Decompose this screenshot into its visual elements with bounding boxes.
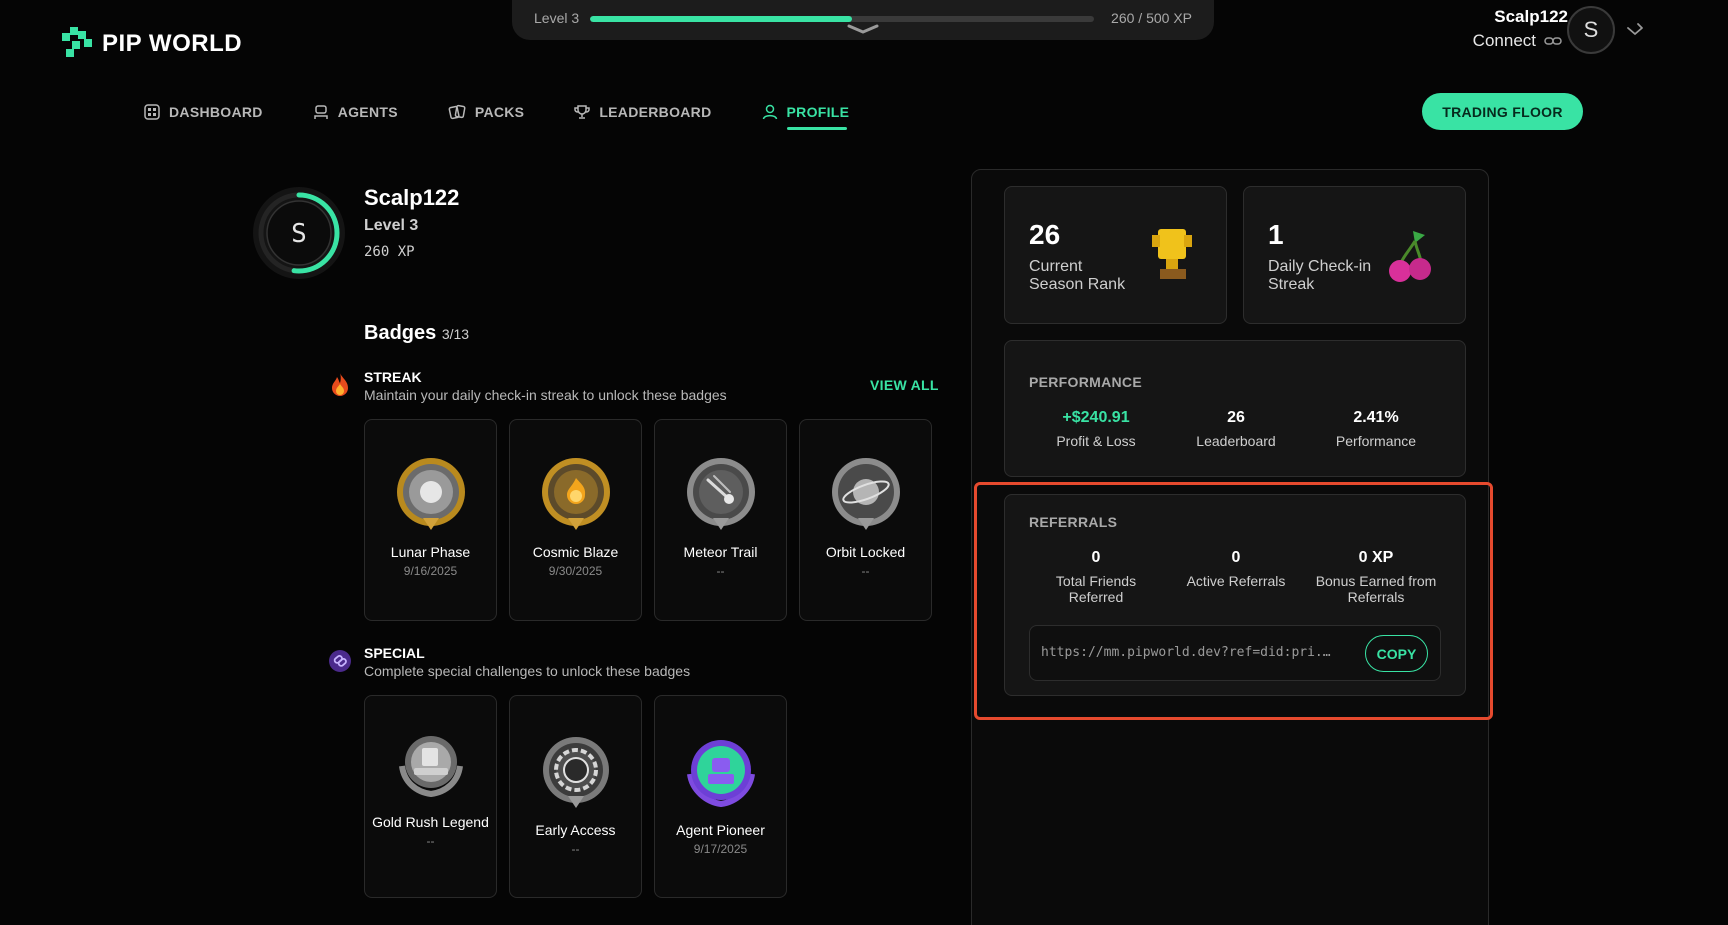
nav-profile[interactable]: PROFILE [762, 100, 850, 130]
avatar-letter: S [1583, 17, 1599, 42]
badge-date: 9/16/2025 [403, 564, 458, 578]
view-all-link[interactable]: VIEW ALL [870, 377, 939, 393]
badges-title-text: Badges [364, 322, 437, 344]
referrals-highlight-outline [974, 482, 1493, 720]
early-access-medal-icon [542, 737, 609, 808]
cosmic-blaze-medal-icon [541, 458, 610, 530]
badges-title: Badges 3/13 [364, 322, 469, 345]
badge-card-orbit-locked[interactable]: Orbit Locked -- [799, 419, 932, 621]
profile-name: Scalp122 [364, 185, 460, 210]
streak-section-title: STREAK [364, 369, 422, 385]
checkin-streak-card: 1 Daily Check-in Streak [1243, 186, 1466, 324]
streak-section-desc: Maintain your daily check-in streak to u… [364, 387, 727, 403]
profile-xp: 260 XP [364, 244, 415, 260]
badge-name: Orbit Locked [825, 544, 906, 560]
leaderboard-label: Leaderboard [1196, 433, 1276, 449]
link-icon [1544, 37, 1562, 45]
badge-date: 9/30/2025 [548, 564, 603, 578]
brand-name: PIP WORLD [102, 30, 243, 57]
xp-track [590, 16, 1094, 22]
trading-floor-button[interactable]: TRADING FLOOR [1422, 93, 1583, 130]
badges-count: 3/13 [441, 326, 470, 342]
performance-value: 2.41% [1353, 409, 1399, 426]
lunar-phase-medal-icon [396, 458, 465, 530]
badge-date: -- [571, 842, 580, 856]
performance-label: Performance [1335, 433, 1417, 449]
nav-agents[interactable]: AGENTS [313, 100, 398, 124]
badge-name: Meteor Trail [683, 544, 758, 560]
trophy-rank-icon [1152, 229, 1192, 279]
leaderboard-metric: 26 Leaderboard [1169, 409, 1303, 449]
badge-date: -- [861, 564, 870, 578]
season-rank-value: 26 [1029, 219, 1061, 250]
trophy-icon [574, 105, 591, 119]
badge-card-lunar-phase[interactable]: Lunar Phase 9/16/2025 [364, 419, 497, 621]
badge-date: 9/17/2025 [693, 842, 748, 856]
profile-avatar: S [253, 187, 345, 279]
nav-label: DASHBOARD [169, 104, 263, 120]
badge-card-meteor-trail[interactable]: Meteor Trail -- [654, 419, 787, 621]
xp-fill [590, 16, 853, 22]
nav-label: PROFILE [786, 104, 850, 120]
checkin-streak-label: Daily Check-in Streak [1268, 258, 1372, 293]
profile-avatar-letter: S [291, 219, 307, 249]
agent-pioneer-medal-icon [686, 740, 755, 808]
season-rank-card: 26 Current Season Rank [1004, 186, 1227, 324]
connect-button[interactable]: Connect [1473, 31, 1562, 51]
pnl-value: +$240.91 [1062, 409, 1130, 426]
cherries-icon [1389, 231, 1431, 282]
badge-card-gold-rush-legend[interactable]: Gold Rush Legend -- [364, 695, 497, 898]
chevron-down-icon[interactable] [846, 22, 880, 36]
badge-card-cosmic-blaze[interactable]: Cosmic Blaze 9/30/2025 [509, 419, 642, 621]
badge-card-agent-pioneer[interactable]: Agent Pioneer 9/17/2025 [654, 695, 787, 898]
nav-dashboard[interactable]: DASHBOARD [144, 100, 263, 124]
pip-logo-icon [62, 27, 92, 57]
user-name: Scalp122 [1494, 7, 1568, 26]
account-menu-icon[interactable] [1626, 22, 1644, 36]
connect-label: Connect [1472, 31, 1536, 50]
xp-level-label: Level 3 [534, 10, 580, 26]
flame-icon [332, 373, 348, 396]
badge-date: -- [716, 564, 725, 578]
badge-name: Agent Pioneer [676, 822, 765, 838]
brand-logo[interactable]: PIP WORLD [62, 27, 242, 61]
nav-label: AGENTS [337, 104, 398, 120]
badge-name: Early Access [535, 822, 616, 838]
user-icon [762, 104, 777, 120]
performance-title: PERFORMANCE [1029, 374, 1142, 390]
gold-rush-medal-icon [398, 736, 463, 798]
performance-card: PERFORMANCE +$240.91 Profit & Loss 26 Le… [1004, 340, 1466, 477]
dashboard-icon [144, 104, 160, 120]
special-section-desc: Complete special challenges to unlock th… [364, 663, 691, 679]
xp-progress-bar[interactable]: Level 3 260 / 500 XP [512, 0, 1214, 40]
badge-date: -- [426, 834, 435, 848]
pnl-metric: +$240.91 Profit & Loss [1029, 409, 1163, 449]
checkin-streak-value: 1 [1268, 219, 1284, 250]
badge-name: Gold Rush Legend [372, 814, 489, 830]
user-avatar[interactable]: S [1567, 6, 1615, 54]
pnl-label: Profit & Loss [1056, 433, 1136, 449]
xp-amount-label: 260 / 500 XP [1111, 10, 1192, 26]
special-section-title: SPECIAL [364, 645, 425, 661]
nav-packs[interactable]: PACKS [448, 100, 524, 124]
performance-metric: 2.41% Performance [1309, 409, 1443, 449]
season-rank-label: Current Season Rank [1029, 258, 1126, 293]
nav-label: LEADERBOARD [599, 104, 712, 120]
cards-icon [448, 104, 466, 120]
meteor-trail-medal-icon [686, 458, 755, 530]
orbit-locked-medal-icon [831, 458, 900, 530]
badge-card-early-access[interactable]: Early Access -- [509, 695, 642, 898]
nav-leaderboard[interactable]: LEADERBOARD [574, 100, 711, 124]
robot-icon [313, 105, 328, 119]
main-nav: DASHBOARD AGENTS PACKS LEADERBOARD PROFI… [144, 100, 850, 130]
profile-level: Level 3 [364, 217, 419, 234]
badge-name: Cosmic Blaze [532, 544, 619, 560]
special-chain-icon [329, 650, 351, 672]
leaderboard-value: 26 [1227, 409, 1245, 426]
nav-label: PACKS [474, 104, 525, 120]
badge-name: Lunar Phase [390, 544, 471, 560]
